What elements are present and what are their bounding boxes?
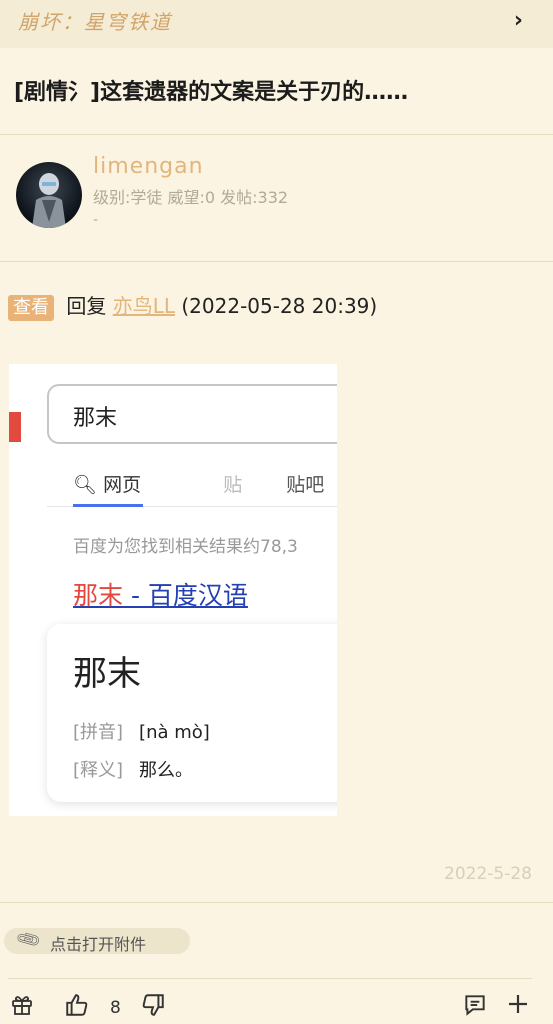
author-section: limengan 级别:学徒 威望:0 发帖:332 -	[0, 136, 553, 262]
card-word: 那末	[73, 654, 141, 694]
paperclip-icon: 📎︎	[14, 925, 44, 955]
thumbs-down-icon[interactable]	[140, 992, 166, 1024]
comment-icon[interactable]	[462, 992, 488, 1024]
forum-name[interactable]: 崩坏：星穹铁道	[18, 6, 172, 35]
red-mark	[9, 412, 21, 442]
gift-icon[interactable]	[10, 992, 34, 1022]
divider	[0, 902, 553, 903]
attachment-label: 点击打开附件	[50, 935, 147, 954]
view-tag[interactable]: 查看	[8, 295, 54, 321]
search-query: 那末	[73, 406, 118, 431]
avatar[interactable]	[16, 162, 82, 228]
like-count: 8	[110, 998, 121, 1018]
bottom-action-bar: 8	[0, 986, 553, 1024]
reply-prefix: 回复	[66, 294, 107, 318]
title-section: [剧情氵]这套遗器的文案是关于刃的……	[0, 50, 553, 135]
post-title: [剧情氵]这套遗器的文案是关于刃的……	[14, 80, 409, 105]
robot-figure-icon	[32, 173, 66, 228]
result-link: 那末 - 百度汉语	[73, 581, 248, 610]
plus-icon[interactable]	[506, 992, 530, 1022]
tab-tieba: 贴 贴吧	[223, 474, 325, 496]
thumbs-up-icon[interactable]	[64, 992, 90, 1024]
embedded-screenshot[interactable]: 那末 🔍︎ 网页 贴 贴吧 ⓘ 知 百度为您找到相关结果约78,3 那末 - 百…	[9, 364, 337, 816]
top-bar: 崩坏：星穹铁道 ›	[0, 0, 553, 48]
search-tabs: 🔍︎ 网页 贴 贴吧 ⓘ 知	[73, 470, 337, 497]
search-box: 那末	[47, 384, 337, 444]
reply-time: (2022-05-28 20:39)	[181, 294, 378, 318]
post-date: 2022-5-28	[444, 864, 532, 884]
divider	[8, 978, 532, 979]
author-signature: -	[93, 212, 99, 228]
author-meta: 级别:学徒 威望:0 发帖:332	[93, 188, 289, 207]
active-tab-indicator	[73, 504, 143, 507]
reply-line: 查看 回复 亦鸟LL (2022-05-28 20:39)	[8, 290, 377, 321]
pinyin-row: [拼音] [nà mò]	[73, 722, 210, 743]
meaning-row: [释义] 那么。	[73, 760, 194, 781]
author-username[interactable]: limengan	[93, 154, 204, 179]
reply-target-user[interactable]: 亦鸟LL	[113, 294, 175, 318]
result-count: 百度为您找到相关结果约78,3	[73, 537, 298, 557]
open-attachment-button[interactable]: 📎︎ 点击打开附件	[4, 925, 190, 955]
tab-web: 🔍︎ 网页	[73, 474, 142, 496]
chevron-right-icon[interactable]: ›	[514, 8, 523, 33]
dictionary-card: 那末 [拼音] [nà mò] [释义] 那么。	[47, 624, 337, 802]
